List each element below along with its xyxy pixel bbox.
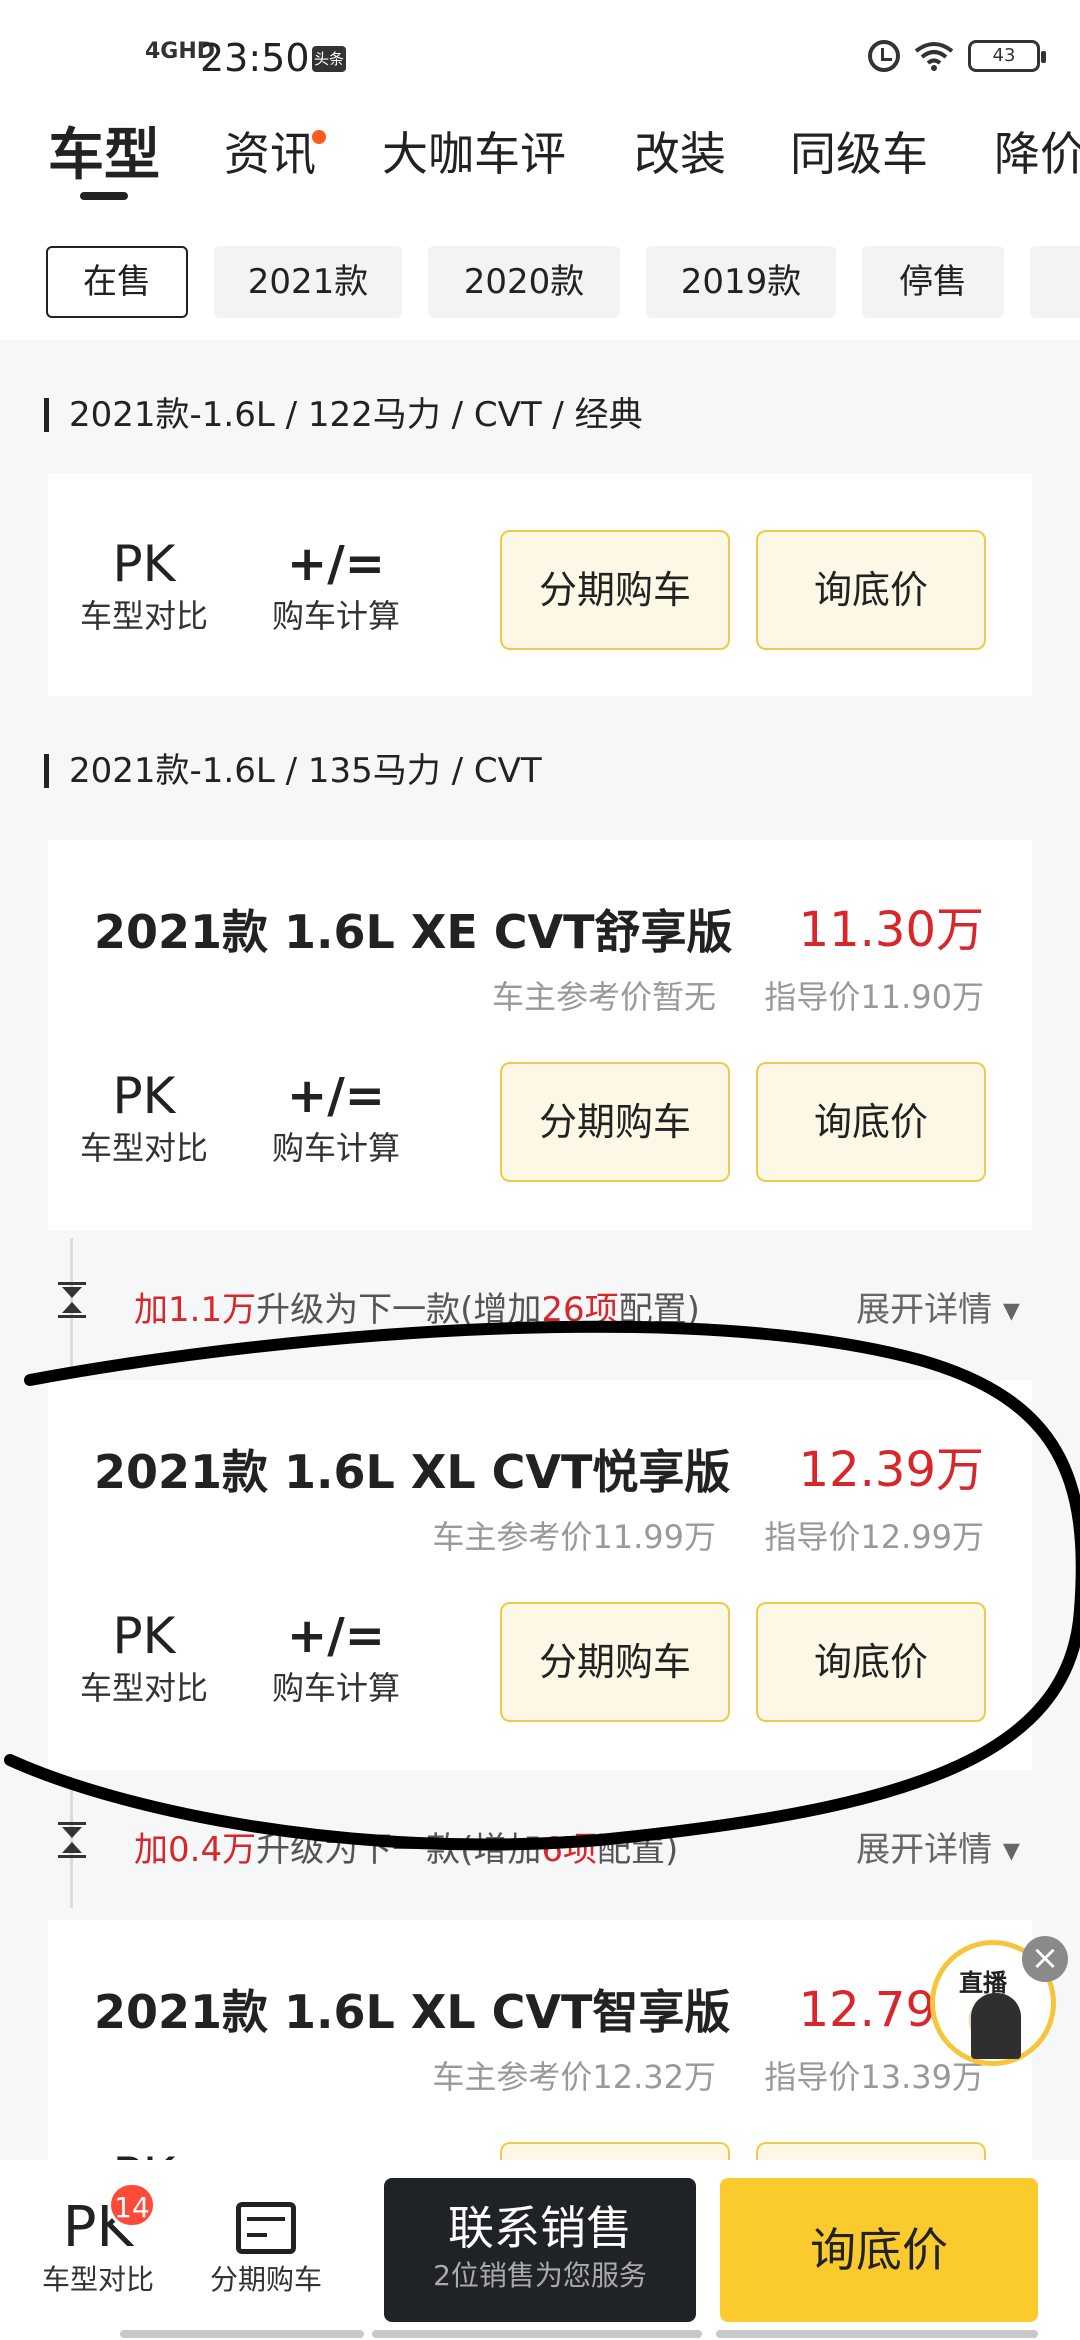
upgrade-row[interactable]: 加1.1万升级为下一款(增加26项配置) 展开详情 ▾	[0, 1238, 1080, 1368]
calculator-icon: +/=	[287, 1608, 385, 1664]
filter-2020[interactable]: 2020款	[428, 246, 620, 318]
bottom-action-bar: PK 车型对比 14 分期购车 联系销售 2位销售为您服务 询底价	[0, 2160, 1080, 2340]
car-title: 2021款 1.6L XL CVT悦享版	[94, 1445, 731, 1499]
car-calculator-action[interactable]: +/= 购车计算	[256, 1066, 416, 1170]
section-header-122hp: 2021款-1.6L / 122马力 / CVT / 经典	[44, 398, 643, 432]
upgrade-row[interactable]: 加0.4万升级为下一款(增加6项配置) 展开详情 ▾	[0, 1778, 1080, 1908]
car-card[interactable]: 2021款 1.6L XE CVT舒享版 11.30万 车主参考价暂无 指导价1…	[48, 840, 1032, 1230]
installment-button[interactable]: 分期购车	[500, 530, 730, 650]
installment-tab[interactable]: 分期购车	[196, 2196, 336, 2300]
car-calculator-action[interactable]: +/= 购车计算	[256, 534, 416, 638]
close-icon[interactable]: ×	[1022, 1936, 1068, 1982]
nav-indicator	[120, 2330, 364, 2338]
guide-price: 指导价13.39万	[764, 2058, 984, 2096]
guide-price: 指导价12.99万	[764, 1518, 984, 1556]
filter-upcoming[interactable]: 未	[1030, 246, 1080, 318]
tab-news[interactable]: 资讯	[224, 118, 316, 184]
tab-modification[interactable]: 改装	[634, 118, 726, 184]
clock: 23:50	[200, 36, 310, 80]
unread-dot	[312, 130, 326, 144]
installment-button[interactable]: 分期购车	[500, 1602, 730, 1722]
upgrade-text: 加0.4万升级为下一款(增加6项配置)	[134, 1830, 679, 1870]
guide-price: 指导价11.90万	[764, 978, 984, 1016]
installment-card-icon	[236, 2202, 296, 2254]
contact-sales-button[interactable]: 联系销售 2位销售为您服务	[384, 2178, 696, 2322]
compare-action[interactable]: PK 车型对比	[74, 534, 214, 638]
streamer-avatar	[971, 1993, 1021, 2059]
car-card-partial: PK 车型对比 +/= 购车计算 分期购车 询底价	[48, 474, 1032, 696]
active-tab-indicator	[80, 192, 128, 200]
filter-discontinued[interactable]: 停售	[862, 246, 1004, 318]
compare-count-badge: 14	[108, 2182, 156, 2228]
nav-indicator	[372, 2330, 702, 2338]
alarm-icon	[868, 40, 900, 72]
pk-icon: PK	[112, 535, 176, 593]
ask-price-cta[interactable]: 询底价	[720, 2178, 1038, 2322]
nav-indicator	[716, 2330, 1038, 2338]
compare-action[interactable]: PK 车型对比	[74, 1066, 214, 1170]
tab-similar-cars[interactable]: 同级车	[790, 118, 928, 184]
ask-price-button[interactable]: 询底价	[756, 1602, 986, 1722]
tab-models[interactable]: 车型	[48, 110, 160, 191]
calculator-icon: +/=	[287, 1068, 385, 1124]
upgrade-arrow-icon	[58, 1822, 86, 1858]
upgrade-arrow-icon	[58, 1282, 86, 1318]
installment-button[interactable]: 分期购车	[500, 1062, 730, 1182]
tab-expert-reviews[interactable]: 大咖车评	[382, 118, 566, 184]
pk-icon: PK	[112, 1067, 176, 1125]
filter-2021[interactable]: 2021款	[214, 246, 402, 318]
wifi-icon	[914, 42, 954, 71]
car-price: 12.39万	[798, 1442, 984, 1498]
expand-details-link[interactable]: 展开详情 ▾	[856, 1282, 1020, 1331]
upgrade-text: 加1.1万升级为下一款(增加26项配置)	[134, 1290, 700, 1330]
car-title: 2021款 1.6L XE CVT舒享版	[94, 905, 733, 959]
calculator-icon: +/=	[287, 536, 385, 592]
section-header-135hp: 2021款-1.6L / 135马力 / CVT	[44, 754, 542, 788]
filter-on-sale[interactable]: 在售	[46, 246, 188, 318]
year-filter-bar: 在售 2021款 2020款 2019款 停售 未	[0, 210, 1080, 340]
top-tab-bar: 车型 资讯 大咖车评 改装 同级车 降价	[0, 100, 1080, 210]
status-bar: 4GHD 23:50 头条 43	[0, 0, 1080, 100]
car-calculator-action[interactable]: +/= 购车计算	[256, 1606, 416, 1710]
ask-price-button[interactable]: 询底价	[756, 530, 986, 650]
car-price: 11.30万	[798, 902, 984, 958]
expand-details-link[interactable]: 展开详情 ▾	[856, 1822, 1020, 1871]
compare-action[interactable]: PK 车型对比	[74, 1606, 214, 1710]
filter-2019[interactable]: 2019款	[646, 246, 836, 318]
owner-reference-price: 车主参考价11.99万	[432, 1518, 716, 1556]
car-card[interactable]: 2021款 1.6L XL CVT悦享版 12.39万 车主参考价11.99万 …	[48, 1380, 1032, 1770]
pk-icon: PK	[112, 1607, 176, 1665]
toutiao-app-icon: 头条	[312, 46, 346, 72]
ask-price-button[interactable]: 询底价	[756, 1062, 986, 1182]
car-title: 2021款 1.6L XL CVT智享版	[94, 1985, 731, 2039]
owner-reference-price: 车主参考价12.32万	[432, 2058, 716, 2096]
tab-price-drop[interactable]: 降价	[994, 118, 1080, 184]
car-card[interactable]: 2021款 1.6L XL CVT智享版 12.79万 车主参考价12.32万 …	[48, 1920, 1032, 2180]
owner-reference-price: 车主参考价暂无	[491, 978, 716, 1016]
battery-icon: 43	[968, 40, 1046, 72]
